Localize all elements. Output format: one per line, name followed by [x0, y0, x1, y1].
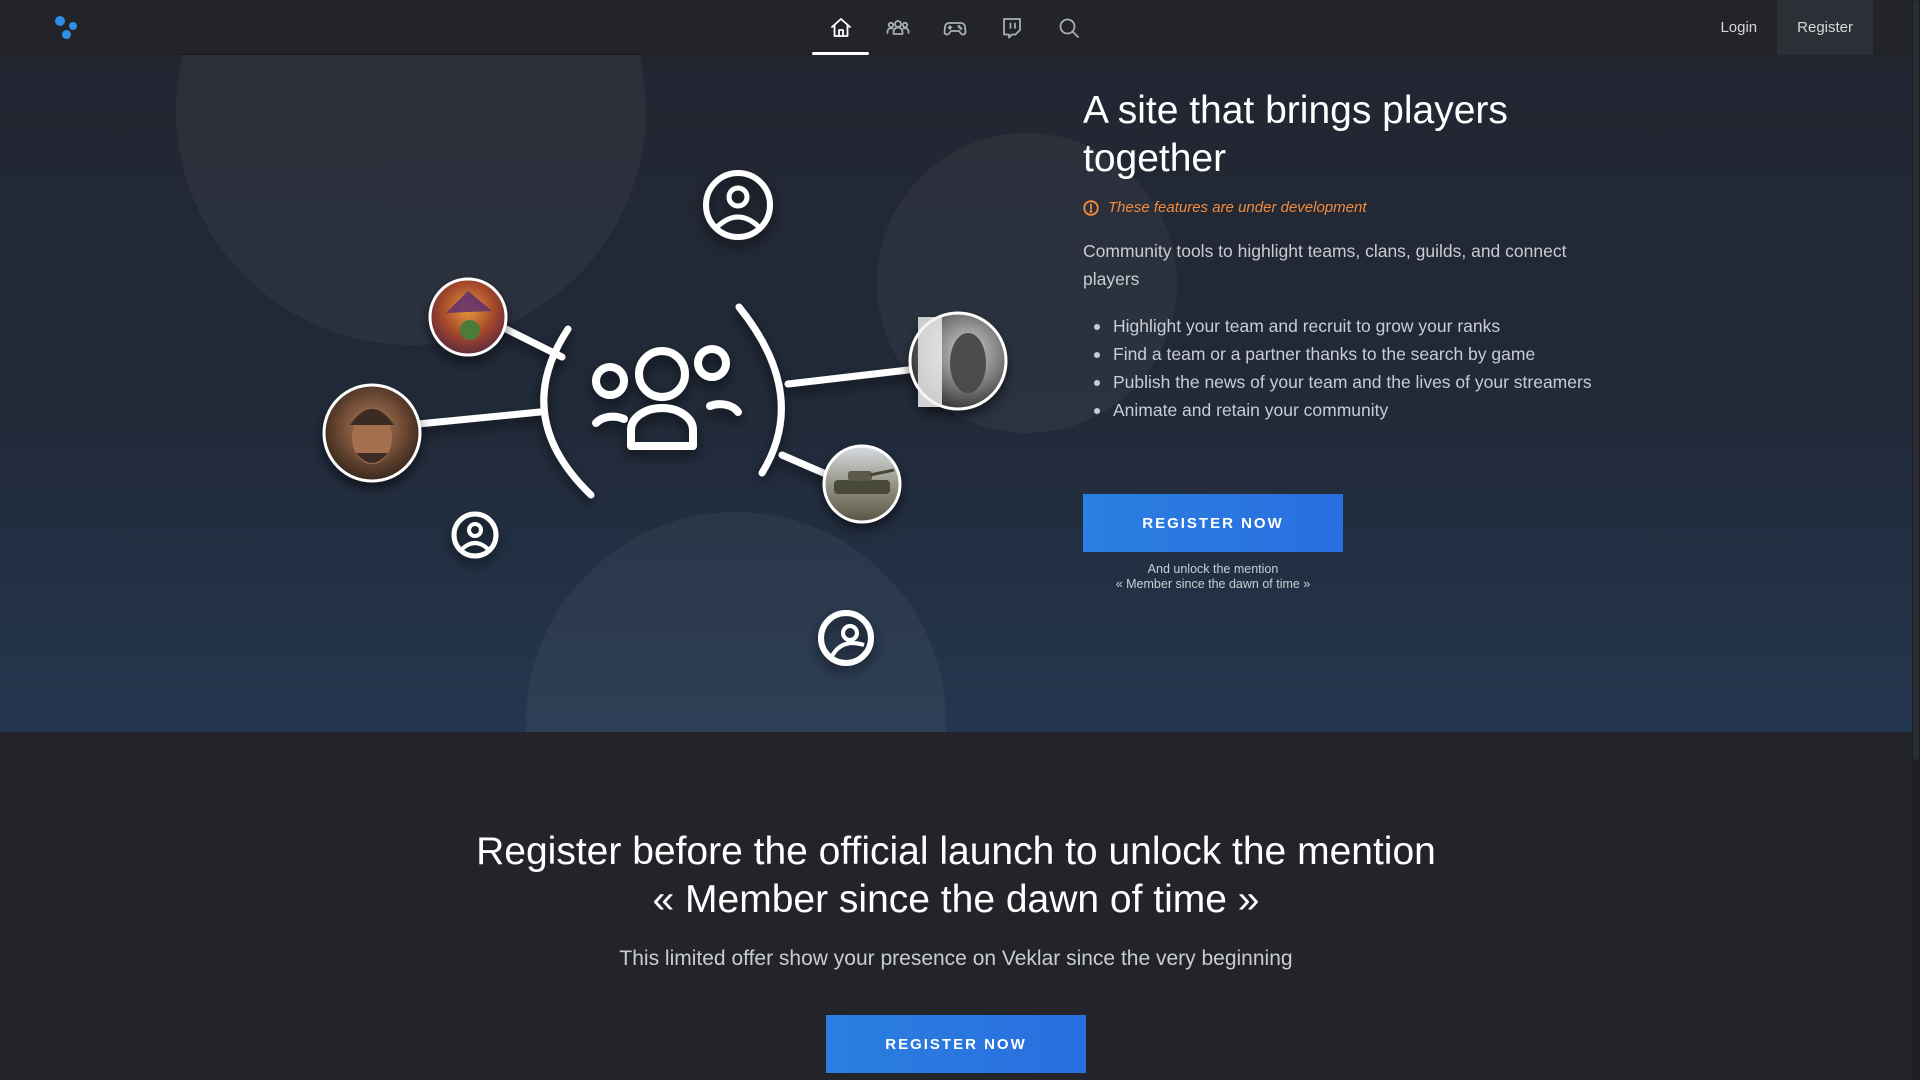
user-placeholder-icon	[703, 170, 773, 240]
development-warning: These features are under development	[1083, 199, 1603, 216]
register-caption-line: And unlock the mention	[1147, 562, 1279, 576]
nav-home[interactable]	[812, 0, 869, 55]
scrollbar-thumb[interactable]	[1913, 0, 1919, 760]
avatar-bubble	[908, 311, 1008, 411]
launch-promo-section: Register before the official launch to u…	[0, 732, 1912, 1080]
main-nav	[812, 0, 1097, 55]
search-icon	[1059, 18, 1079, 38]
nav-search[interactable]	[1040, 0, 1097, 55]
hero-section: A site that brings players together Thes…	[0, 55, 1912, 732]
community-illustration	[322, 170, 1008, 666]
avatar-bubble	[322, 383, 422, 483]
avatar-bubble	[822, 444, 902, 524]
promo-title-line: Register before the official launch to u…	[476, 830, 1436, 873]
top-navigation-bar: Login Register	[0, 0, 1920, 55]
hero-description: Community tools to highlight teams, clan…	[1083, 241, 1567, 289]
nav-games[interactable]	[926, 0, 983, 55]
group-icon	[592, 345, 742, 450]
promo-title-line: « Member since the dawn of time »	[652, 878, 1260, 921]
promo-register-button[interactable]: REGISTER NOW	[826, 1015, 1086, 1073]
hero-content: A site that brings players together Thes…	[1083, 87, 1603, 424]
home-icon	[830, 17, 851, 37]
page-scrollbar[interactable]	[1912, 0, 1920, 1080]
hero-title: A site that brings players together	[1083, 89, 1508, 180]
users-icon	[886, 19, 909, 35]
gamepad-icon	[943, 21, 966, 35]
feature-list: Highlight your team and recruit to grow …	[1083, 312, 1603, 424]
nav-teams[interactable]	[869, 0, 926, 55]
twitch-icon	[1002, 17, 1021, 38]
avatar-bubble	[428, 277, 508, 357]
hero-register-button[interactable]: REGISTER NOW	[1083, 494, 1343, 552]
feature-item: Animate and retain your community	[1093, 396, 1603, 424]
feature-item: Find a team or a partner thanks to the s…	[1093, 340, 1603, 368]
veklar-logo-icon[interactable]	[52, 14, 86, 42]
user-placeholder-icon	[451, 511, 499, 559]
feature-item: Highlight your team and recruit to grow …	[1093, 312, 1603, 340]
feature-item: Publish the news of your team and the li…	[1093, 368, 1603, 396]
promo-subtitle: This limited offer show your presence on…	[619, 947, 1293, 970]
register-caption: And unlock the mention « Member since th…	[1083, 562, 1343, 592]
development-warning-text: These features are under development	[1108, 199, 1367, 216]
user-placeholder-icon	[818, 610, 874, 666]
info-icon	[1083, 199, 1099, 216]
promo-title: Register before the official launch to u…	[0, 828, 1912, 924]
auth-links: Login Register	[1700, 0, 1873, 55]
login-link[interactable]: Login	[1700, 0, 1777, 55]
nav-streams[interactable]	[983, 0, 1040, 55]
register-link[interactable]: Register	[1777, 0, 1873, 55]
register-caption-line: « Member since the dawn of time »	[1115, 577, 1311, 591]
